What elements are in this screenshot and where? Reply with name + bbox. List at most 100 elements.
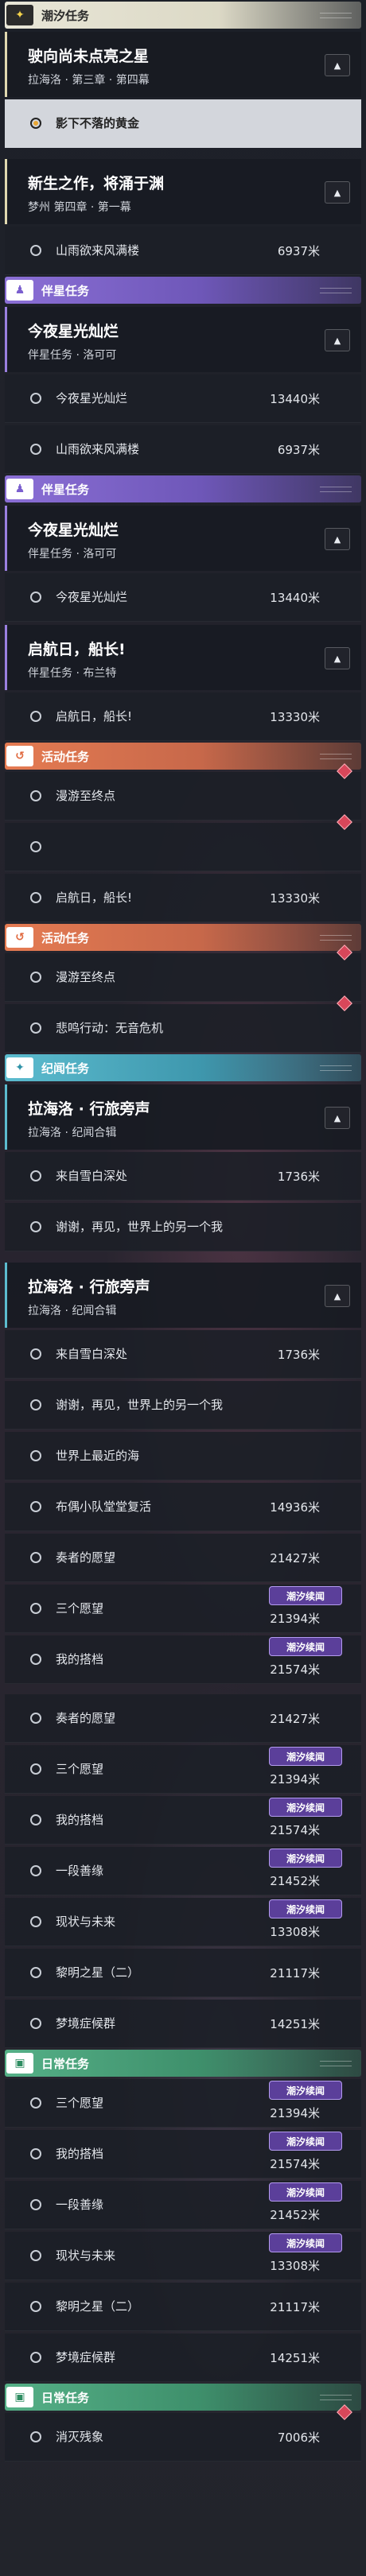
objective-label: 山雨欲来风满楼 <box>56 442 140 456</box>
objective-item[interactable]: 今夜星光灿烂 13440米 <box>5 374 361 423</box>
mission-subtitle: 梦州 第四章 · 第一幕 <box>28 201 131 214</box>
objective-item[interactable]: 谢谢，再见，世界上的另一个我 <box>5 1381 361 1430</box>
mission-card[interactable]: 拉海洛 · 行旅旁声 拉海洛 · 纪闻合辑 ▲ <box>5 1263 361 1328</box>
objective-ring-icon <box>30 1865 41 1876</box>
objective-item[interactable]: 我的搭档 潮汐续闻 21574米 <box>5 1635 361 1684</box>
objective-ring-icon <box>30 841 41 852</box>
objective-distance: 7006米 <box>277 2431 320 2445</box>
objective-ring-icon <box>30 1916 41 1927</box>
objective-ring-icon <box>30 1170 41 1181</box>
mission-card[interactable]: 新生之作，将涌于渊 梦州 第四章 · 第一幕 ▲ <box>5 159 361 224</box>
objective-item[interactable]: 消灭残象 7006米 <box>5 2404 361 2462</box>
category-header-journal[interactable]: ✦ 纪闻任务 <box>5 1054 361 1081</box>
collapse-toggle-icon[interactable]: ▲ <box>325 1285 350 1307</box>
mission-title: 拉海洛 · 行旅旁声 <box>28 1100 150 1118</box>
collapse-toggle-icon[interactable]: ▲ <box>325 1107 350 1129</box>
objective-item[interactable]: 山雨欲来风满楼 6937米 <box>5 425 361 474</box>
objective-item[interactable]: 奏者的愿望 21427米 <box>5 1534 361 1582</box>
mission-subtitle: 伴星任务 · 布兰特 <box>28 667 117 680</box>
mission-card[interactable]: 启航日，船长! 伴星任务 · 布兰特 ▲ <box>5 625 361 690</box>
objective-distance: 13330米 <box>270 710 320 724</box>
category-label: 活动任务 <box>41 749 90 764</box>
tracked-objective[interactable]: 影下不落的黄金 <box>5 99 361 148</box>
objective-label: 漫游至终点 <box>56 789 116 803</box>
decorative-lines <box>320 487 352 492</box>
objective-distance: 21427米 <box>270 1551 320 1565</box>
objective-item[interactable]: 黎明之星（二） 21117米 <box>5 1949 361 1997</box>
category-label: 纪闻任务 <box>41 1061 90 1076</box>
objective-item[interactable]: 三个愿望 潮汐续闻 21394米 <box>5 2079 361 2128</box>
objective-label: 来自雪白深处 <box>56 1169 128 1183</box>
objective-ring-icon <box>30 2352 41 2363</box>
objective-item[interactable]: 现状与未来 潮汐续闻 13308米 <box>5 2232 361 2280</box>
objective-item[interactable]: 来自雪白深处 1736米 <box>5 1152 361 1201</box>
category-header-event[interactable]: ↺ 活动任务 <box>5 924 361 951</box>
objective-label: 消灭残象 <box>56 2430 104 2444</box>
objective-item[interactable]: 梦境症候群 14251米 <box>5 2334 361 2382</box>
objective-label: 布偶小队堂堂复活 <box>56 1499 152 1514</box>
category-label: 伴星任务 <box>41 283 90 298</box>
companion-icon: ♟ <box>6 280 33 301</box>
mission-card[interactable]: 拉海洛 · 行旅旁声 拉海洛 · 纪闻合辑 ▲ <box>5 1084 361 1150</box>
collapse-toggle-icon[interactable]: ▲ <box>325 647 350 669</box>
objective-item[interactable]: 悲鸣行动：无音危机 <box>5 995 361 1053</box>
decorative-lines <box>320 13 352 18</box>
objective-item[interactable]: 世界上最近的海 <box>5 1432 361 1480</box>
tidal-continuation-badge: 潮汐续闻 <box>269 1849 342 1868</box>
mission-card[interactable]: 今夜星光灿烂 伴星任务 · 洛可可 ▲ <box>5 506 361 571</box>
objective-item[interactable]: 奏者的愿望 21427米 <box>5 1694 361 1743</box>
objective-ring-icon <box>30 1552 41 1563</box>
objective-ring-icon <box>30 2018 41 2029</box>
objective-item[interactable]: 我的搭档 潮汐续闻 21574米 <box>5 1796 361 1845</box>
objective-distance: 21117米 <box>270 1966 320 1980</box>
objective-ring-icon <box>30 1348 41 1360</box>
objective-item[interactable]: 谢谢，再见，世界上的另一个我 <box>5 1203 361 1251</box>
category-label: 活动任务 <box>41 930 90 945</box>
objective-label: 一段善缘 <box>56 2198 104 2212</box>
category-header-daily[interactable]: ▣ 日常任务 <box>5 2384 361 2411</box>
objective-item[interactable]: 一段善缘 潮汐续闻 21452米 <box>5 2181 361 2229</box>
collapse-toggle-icon[interactable]: ▲ <box>325 329 350 351</box>
objective-item[interactable]: 我的搭档 潮汐续闻 21574米 <box>5 2130 361 2178</box>
objective-item[interactable]: 布偶小队堂堂复活 14936米 <box>5 1483 361 1531</box>
objective-item[interactable]: 启航日，船长! 13330米 <box>5 874 361 922</box>
category-header-tidal[interactable]: ✦ 潮汐任务 <box>5 2 361 29</box>
collapse-toggle-icon[interactable]: ▲ <box>325 181 350 204</box>
category-header-event[interactable]: ↺ 活动任务 <box>5 743 361 770</box>
objective-item[interactable] <box>5 814 361 871</box>
objective-item[interactable]: 一段善缘 潮汐续闻 21452米 <box>5 1847 361 1895</box>
mission-card[interactable]: 驶向尚未点亮之星 拉海洛 · 第三章 · 第四幕 ▲ <box>5 32 361 97</box>
objective-item[interactable]: 三个愿望 潮汐续闻 21394米 <box>5 1585 361 1633</box>
objective-label: 梦境症候群 <box>56 2016 116 2031</box>
objective-distance: 21574米 <box>270 1662 320 1677</box>
decorative-lines <box>320 2395 352 2400</box>
tidal-continuation-badge: 潮汐续闻 <box>269 2081 342 2100</box>
category-header-daily[interactable]: ▣ 日常任务 <box>5 2050 361 2077</box>
objective-label: 影下不落的黄金 <box>56 116 140 130</box>
objective-label: 黎明之星（二） <box>56 1965 140 1980</box>
objective-item[interactable]: 今夜星光灿烂 13440米 <box>5 573 361 622</box>
objective-ring-icon <box>30 2431 41 2442</box>
mission-subtitle: 伴星任务 · 洛可可 <box>28 349 117 362</box>
objective-label: 我的搭档 <box>56 1652 104 1666</box>
objective-item[interactable]: 漫游至终点 <box>5 763 361 821</box>
objective-item[interactable]: 现状与未来 潮汐续闻 13308米 <box>5 1898 361 1946</box>
objective-item[interactable]: 黎明之星（二） 21117米 <box>5 2283 361 2331</box>
category-label: 日常任务 <box>41 2056 90 2071</box>
collapse-toggle-icon[interactable]: ▲ <box>325 54 350 76</box>
objective-item[interactable]: 梦境症候群 14251米 <box>5 2000 361 2048</box>
mission-subtitle: 伴星任务 · 洛可可 <box>28 548 117 561</box>
objective-item[interactable]: 启航日，船长! 13330米 <box>5 692 361 741</box>
objective-item[interactable]: 漫游至终点 <box>5 945 361 1002</box>
objective-item[interactable]: 来自雪白深处 1736米 <box>5 1330 361 1379</box>
collapse-toggle-icon[interactable]: ▲ <box>325 528 350 550</box>
objective-distance: 21452米 <box>270 2208 320 2222</box>
decorative-lines <box>320 288 352 293</box>
category-header-companion[interactable]: ♟ 伴星任务 <box>5 475 361 502</box>
objective-item[interactable]: 山雨欲来风满楼 6937米 <box>5 227 361 275</box>
category-header-companion[interactable]: ♟ 伴星任务 <box>5 277 361 304</box>
objective-item[interactable]: 三个愿望 潮汐续闻 21394米 <box>5 1745 361 1794</box>
mission-card[interactable]: 今夜星光灿烂伴星任务 · 洛可可 ▲ <box>5 307 361 372</box>
mission-title: 今夜星光灿烂 <box>28 323 119 340</box>
